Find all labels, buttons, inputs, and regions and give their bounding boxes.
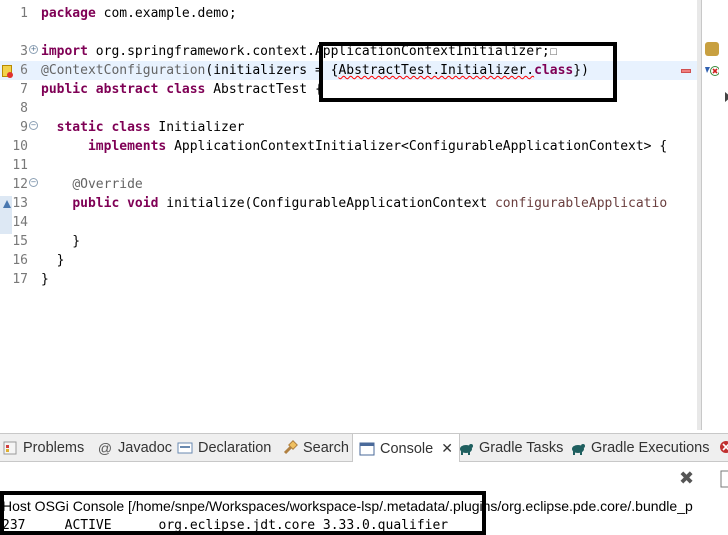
declaration-icon <box>177 442 193 454</box>
fold-collapse-icon[interactable]: − <box>29 121 38 130</box>
code-token: } <box>41 234 81 249</box>
code-token: @ContextConfiguration <box>41 63 206 78</box>
tab-javadoc[interactable]: @ Javadoc <box>97 434 172 462</box>
code-token: static <box>56 120 104 135</box>
code-text: } <box>41 251 65 270</box>
code-line[interactable]: 11 <box>0 156 697 175</box>
code-line[interactable]: 17} <box>0 270 697 289</box>
code-line[interactable]: 1 package com.example.demo; <box>0 4 697 23</box>
package-icon <box>705 42 719 56</box>
tab-console[interactable]: Console ✕ <box>352 434 460 463</box>
code-token: AbstractTest { <box>205 82 323 97</box>
code-token: import <box>41 44 88 59</box>
code-token: @Override <box>72 177 143 192</box>
override-marker-icon <box>3 200 11 208</box>
code-line[interactable]: 13 public void initialize(ConfigurableAp… <box>0 194 697 213</box>
line-number: 10 <box>12 139 28 154</box>
tab-label: Declaration <box>198 440 272 456</box>
code-text: public void initialize(ConfigurableAppli… <box>41 194 667 213</box>
code-token: implements <box>87 139 167 154</box>
line-number: 14 <box>12 215 28 230</box>
fold-expand-icon[interactable]: + <box>29 45 38 54</box>
outline-panel <box>701 0 728 430</box>
code-token: abstract <box>95 82 159 97</box>
error-overview-mark[interactable] <box>681 69 691 73</box>
line-number: 7 <box>20 82 28 97</box>
bottom-tab-bar: Problems @ Javadoc Declaration Search Co… <box>0 433 728 463</box>
code-text: static class Initializer <box>41 118 245 137</box>
code-token: Initializer <box>150 120 245 135</box>
code-token: package <box>41 6 96 21</box>
line-number: 12 <box>12 177 28 192</box>
tab-label: Gradle Executions <box>591 440 710 456</box>
code-token: public <box>41 82 88 97</box>
error-marker-icon[interactable] <box>2 65 13 78</box>
more-views-icon[interactable] <box>719 440 728 454</box>
line-number: 17 <box>12 272 28 287</box>
terminate-icon[interactable]: ✖ <box>679 470 694 488</box>
line-number: 3 <box>20 44 28 59</box>
line-number: 9 <box>20 120 28 135</box>
code-token: initialize(ConfigurableApplicationContex… <box>158 196 495 211</box>
tab-problems[interactable]: Problems <box>2 434 84 462</box>
highlight-box-editor <box>319 42 617 102</box>
line-number: 15 <box>12 234 28 249</box>
code-line[interactable]: 15 } <box>0 232 697 251</box>
line-number: 1 <box>20 6 28 21</box>
code-token: class <box>166 82 206 97</box>
tab-search[interactable]: Search <box>282 434 349 462</box>
code-line[interactable]: 10 implements ApplicationContextInitiali… <box>0 137 697 156</box>
code-line[interactable]: 12 @Override <box>0 175 697 194</box>
code-text: } <box>41 232 80 251</box>
close-icon[interactable]: ✕ <box>441 440 453 457</box>
code-line[interactable] <box>0 23 697 42</box>
gradle-icon <box>460 444 473 455</box>
code-token: class <box>111 120 151 135</box>
highlight-box-console <box>0 491 486 535</box>
code-token: } <box>41 272 49 287</box>
console-icon <box>359 442 375 455</box>
code-text: package com.example.demo; <box>41 4 237 23</box>
tab-label: Console <box>380 440 434 457</box>
code-token: com.example.demo; <box>95 6 237 21</box>
code-text: @Override <box>41 175 143 194</box>
line-number: 11 <box>12 158 28 173</box>
code-text: } <box>41 270 49 289</box>
code-token: public <box>72 196 120 211</box>
tab-label: Problems <box>23 440 85 456</box>
tree-expand-icon[interactable] <box>724 90 728 104</box>
console-menu-icon[interactable] <box>720 470 728 488</box>
code-text: implements ApplicationContextInitializer… <box>41 137 667 156</box>
code-token: void <box>127 196 159 211</box>
javadoc-icon: @ <box>97 440 113 456</box>
gradle-icon <box>572 444 585 455</box>
tab-label: Search <box>303 440 349 456</box>
code-line[interactable]: 14 <box>0 213 697 232</box>
code-token: ApplicationContextInitializer<Configurab… <box>166 139 668 154</box>
code-text: public abstract class AbstractTest { <box>41 80 323 99</box>
class-error-icon[interactable] <box>705 64 719 78</box>
line-number: 16 <box>12 253 28 268</box>
code-line[interactable]: 9 static class Initializer <box>0 118 697 137</box>
search-icon <box>283 440 298 455</box>
line-number: 8 <box>20 101 28 116</box>
problems-icon <box>3 441 17 455</box>
fold-collapse-icon[interactable]: − <box>29 178 38 187</box>
tab-label: Javadoc <box>118 440 173 456</box>
tab-declaration[interactable]: Declaration <box>177 434 271 462</box>
tab-label: Gradle Tasks <box>479 440 564 456</box>
code-line[interactable]: 16 } <box>0 251 697 270</box>
code-token: configurableApplicatio <box>494 196 668 211</box>
code-token: } <box>41 253 65 268</box>
tab-gradle-executions[interactable]: Gradle Executions <box>570 434 709 462</box>
tab-gradle-tasks[interactable]: Gradle Tasks <box>458 434 563 462</box>
